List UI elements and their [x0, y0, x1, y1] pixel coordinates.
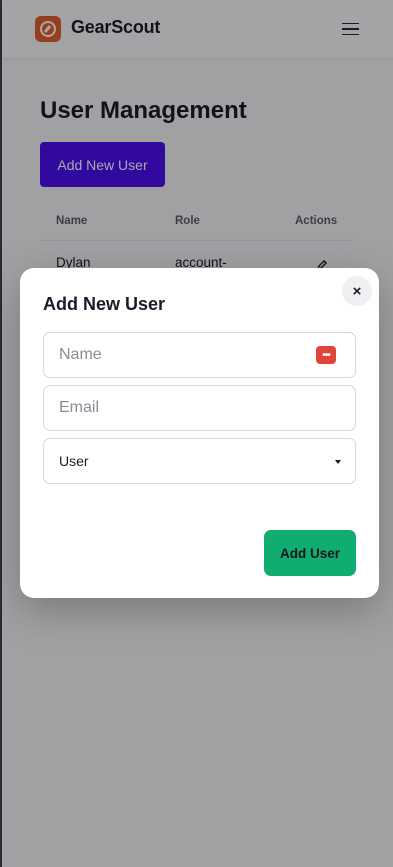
app-page: GearScout User Management Add New User N…	[0, 0, 393, 867]
add-user-modal: × Add New User ••• User Add User	[20, 268, 379, 598]
role-select[interactable]: User	[43, 438, 356, 484]
add-user-button[interactable]: Add User	[264, 530, 356, 576]
email-input[interactable]	[43, 385, 356, 431]
role-select-value: User	[59, 453, 89, 469]
close-button[interactable]: ×	[342, 276, 372, 306]
modal-title: Add New User	[43, 294, 166, 314]
password-manager-icon[interactable]: •••	[316, 346, 336, 364]
chevron-down-icon	[335, 460, 341, 464]
name-input[interactable]	[43, 332, 356, 378]
